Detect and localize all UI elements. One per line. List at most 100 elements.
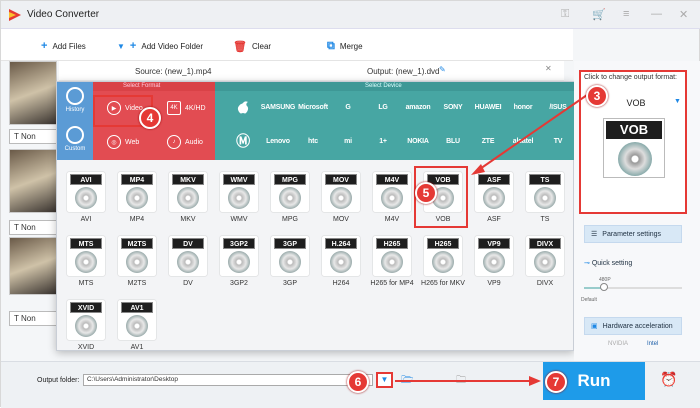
folder-icon[interactable]: 🗁 [401,373,413,390]
format-mp4[interactable]: MP4 MP4 [114,172,160,232]
format-ts[interactable]: TS TS [522,172,568,232]
format-mkv[interactable]: MKV MKV [165,172,211,232]
format-label: H264 [332,280,350,287]
device-brand-honor[interactable]: honor [503,92,543,122]
dropdown-arrow-icon[interactable]: ▼ [674,98,681,105]
format-label: VP9 [487,280,501,287]
device-brand-sony[interactable]: SONY [433,92,473,122]
category-web[interactable]: ◎ Web [93,126,151,158]
format-label: 3GP2 [230,280,248,287]
device-brand-samsung[interactable]: SAMSUNG [258,92,298,122]
format-mpg[interactable]: MPG MPG [267,172,313,232]
source-name: Source: (new_1).mp4 [135,67,212,76]
device-brand-g[interactable]: G [328,92,368,122]
history-tab[interactable]: History [57,82,93,121]
nvidia-option[interactable]: NVIDIA [608,341,628,347]
format-label: M2TS [127,280,147,287]
format-avi[interactable]: AVI AVI [63,172,109,232]
quality-slider[interactable] [584,287,682,289]
device-brand-tv[interactable]: TV [538,126,578,156]
format-label: MTS [78,280,94,287]
output-folder-dropdown-button[interactable]: ▼ [376,372,393,388]
edit-icon[interactable]: ✎ [439,65,446,74]
device-brand-1-[interactable]: 1+ [363,126,403,156]
format-label: 3GP [282,280,297,287]
format-mov[interactable]: MOV MOV [318,172,364,232]
subtitle-selector[interactable]: T Non [9,311,59,326]
app-title: Video Converter [27,9,100,20]
output-folder-field[interactable]: C:\Users\Administrator\Desktop [83,374,373,386]
device-brand-microsoft[interactable]: Microsoft [293,92,333,122]
format-label: H265 for MKV [421,280,465,287]
format-icon: AV1 [118,300,156,340]
format-mts[interactable]: MTS MTS [63,236,109,296]
merge-button[interactable]: ⧉ Merge [327,40,363,53]
device-brand-mi[interactable]: mi [328,126,368,156]
category-4k-hd[interactable]: 4K 4K/HD [153,92,211,124]
device-brand-blu[interactable]: BLU [433,126,473,156]
format-3gp2[interactable]: 3GP2 3GP2 [216,236,262,296]
format-label: M4V [384,216,400,223]
parameter-settings-button[interactable]: ☰ Parameter settings [584,225,682,243]
link-icon: ⊸ [584,260,592,267]
device-brand-amazon[interactable]: amazon [398,92,438,122]
add-video-folder-button[interactable]: ▼ + Add Video Folder [117,40,203,52]
device-brand-lenovo[interactable]: Lenovo [258,126,298,156]
format-3gp[interactable]: 3GP 3GP [267,236,313,296]
cart-icon[interactable]: 🛒 [592,8,606,21]
device-brand-htc[interactable]: htc [293,126,333,156]
format-icon: M2TS [118,236,156,276]
video-thumbnail[interactable] [9,237,57,295]
device-brand--isus[interactable]: /ISUS [538,92,578,122]
intel-option[interactable]: Intel [647,341,658,347]
device-brand-huawei[interactable]: HUAWEI [468,92,508,122]
format-label: XVID [77,344,95,351]
format-m2ts[interactable]: M2TS M2TS [114,236,160,296]
subtitle-selector[interactable]: T Non [9,220,59,235]
clear-button[interactable]: 🗑 Clear [233,40,271,53]
quality-slider-handle[interactable] [600,283,608,291]
format-label: DIVX [536,280,554,287]
device-brand-alcatel[interactable]: alcatel [503,126,543,156]
open-folder-icon[interactable]: 🗀 [456,373,466,390]
minimize-icon[interactable]: — [651,8,662,20]
device-brand-apple[interactable] [223,92,263,122]
disc-icon [177,251,199,273]
add-files-button[interactable]: + Add Files [41,40,86,52]
device-brand-zte[interactable]: ZTE [468,126,508,156]
format-m4v[interactable]: M4V M4V [369,172,415,232]
format-h265-for-mp4[interactable]: H265 H265 for MP4 [369,236,415,296]
hardware-acceleration-button[interactable]: ▣ Hardware acceleration [584,317,682,335]
format-h264[interactable]: H.264 H264 [318,236,364,296]
format-vp9[interactable]: VP9 VP9 [471,236,517,296]
key-icon[interactable]: ⚿ [561,8,569,21]
video-thumbnail[interactable] [9,149,57,213]
device-brand-motorola[interactable]: Ⓜ [223,126,263,156]
video-thumbnail[interactable] [9,61,57,125]
custom-tab[interactable]: Custom [57,121,93,160]
menu-icon[interactable]: ≡ [623,8,629,20]
format-divx[interactable]: DIVX DIVX [522,236,568,296]
category-audio[interactable]: ♪ Audio [153,126,211,158]
remove-file-icon[interactable]: ✕ [545,64,552,73]
format-asf[interactable]: ASF ASF [471,172,517,232]
device-brand-lg[interactable]: LG [363,92,403,122]
disc-icon [483,187,505,209]
close-icon[interactable]: ✕ [679,8,688,21]
step-badge-3: 3 [586,85,608,107]
subtitle-selector[interactable]: T Non [9,129,59,144]
format-label: MOV [333,216,349,223]
device-brand-nokia[interactable]: NOKIA [398,126,438,156]
alarm-clock-icon[interactable]: ⏰ [660,371,677,388]
format-xvid[interactable]: XVID XVID [63,300,109,360]
format-icon: 3GP2 [220,236,258,276]
format-wmv[interactable]: WMV WMV [216,172,262,232]
dropdown-arrow-icon: ▼ [117,41,125,51]
format-dv[interactable]: DV DV [165,236,211,296]
format-h265-for-mkv[interactable]: H265 H265 for MKV [420,236,466,296]
format-av1[interactable]: AV1 AV1 [114,300,160,360]
disc-icon [330,251,352,273]
format-icon: MPG [271,172,309,212]
format-label: MPG [282,216,298,223]
format-label: DV [183,280,193,287]
